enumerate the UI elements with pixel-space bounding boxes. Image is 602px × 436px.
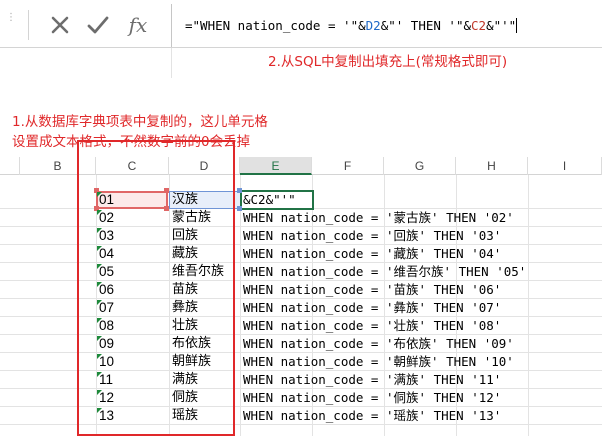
column-header-corner [0,157,20,175]
cell-e[interactable]: WHEN nation_code = '瑶族' THEN '13' [241,407,501,425]
column-header-g[interactable]: G [384,157,456,175]
cell-e[interactable]: WHEN nation_code = '苗族' THEN '06' [241,281,501,299]
column-header-h[interactable]: H [456,157,528,175]
divider [171,48,172,78]
insert-function-icon[interactable]: fx [123,10,153,40]
cell-e[interactable]: WHEN nation_code = '侗族' THEN '12' [241,389,501,407]
formula-text: ="WHEN nation_code = '"&D2&"' THEN '"&C2… [185,18,518,33]
formula-bar-divider [0,47,602,48]
formula-bar: ⋮ fx ="WHEN nation_code = '"&D2&"' THEN … [0,0,602,50]
annotation-sql-note: 2.从SQL中复制出填充上(常规格式即可) [268,54,508,70]
cell-e[interactable]: WHEN nation_code = '彝族' THEN '07' [241,299,501,317]
cell-e[interactable]: WHEN nation_code = '朝鲜族' THEN '10' [241,353,514,371]
cell-e[interactable]: WHEN nation_code = '维吾尔族' THEN '05' [241,263,526,281]
formula-bar-buttons: fx [28,10,164,40]
cell-e[interactable]: WHEN nation_code = '蒙古族' THEN '02' [241,209,514,227]
formula-ref-c2: C2 [471,18,487,33]
cell-e[interactable]: WHEN nation_code = '布依族' THEN '09' [241,335,514,353]
column-header-e[interactable]: E [240,157,312,175]
formula-mid: &"' THEN '"& [380,18,471,33]
formula-suffix: &"'" [486,18,517,33]
drag-handle-icon[interactable]: ⋮ [6,12,17,23]
column-header-f[interactable]: F [312,157,384,175]
cell-e[interactable]: WHEN nation_code = '满族' THEN '11' [241,371,501,389]
annotation-highlight-box [77,140,235,436]
annotation-line-1: 1.从数据库字典项表中复制的，这儿单元格 [12,114,268,130]
text-caret [516,18,518,33]
cell-e[interactable]: WHEN nation_code = '藏族' THEN '04' [241,245,501,263]
column-header-i[interactable]: I [528,157,602,175]
cell-e[interactable]: WHEN nation_code = '壮族' THEN '08' [241,317,501,335]
cell-e[interactable]: WHEN nation_code = '回族' THEN '03' [241,227,501,245]
formula-ref-d2: D2 [365,18,381,33]
x-icon[interactable] [45,10,75,40]
formula-input[interactable]: ="WHEN nation_code = '"&D2&"' THEN '"&C2… [171,4,600,47]
check-icon[interactable] [83,10,113,40]
formula-prefix: ="WHEN nation_code = '"& [185,18,366,33]
cell-e[interactable]: &C2&"'" [241,191,296,209]
